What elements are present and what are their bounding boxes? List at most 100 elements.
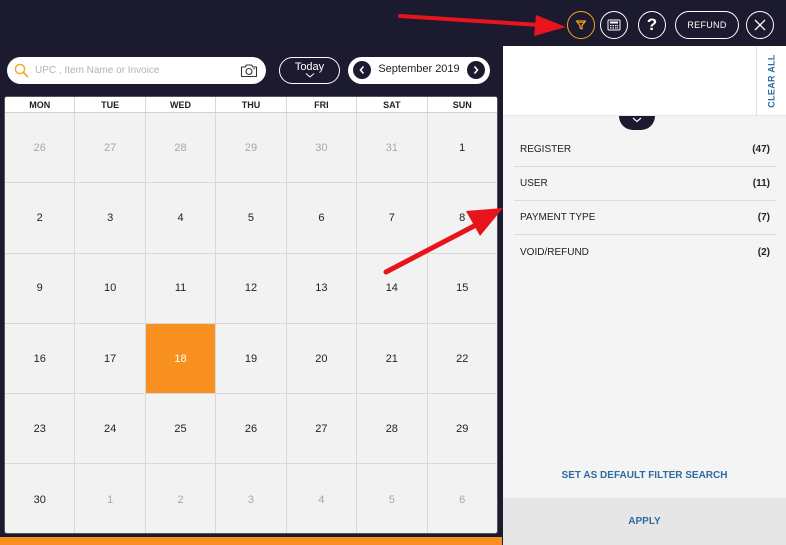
next-month-button[interactable] (467, 61, 485, 79)
camera-icon[interactable] (240, 63, 258, 78)
month-navigator: September 2019 (348, 57, 490, 84)
calculator-button[interactable] (600, 11, 628, 39)
clear-all-label: CLEAR ALL (766, 54, 777, 108)
calendar-day[interactable]: 15 (428, 254, 497, 323)
filter-panel-body: REGISTER (47) USER (11) PAYMENT TYPE (7)… (503, 116, 786, 498)
chevron-down-icon (632, 117, 642, 123)
filter-count: (2) (757, 246, 770, 258)
calendar-day[interactable]: 24 (75, 394, 146, 464)
calendar-day[interactable]: 28 (357, 394, 428, 464)
close-button[interactable] (746, 11, 774, 39)
calendar-day[interactable]: 1 (428, 113, 497, 182)
filter-item-void-refund[interactable]: VOID/REFUND (2) (514, 235, 776, 269)
calendar-day[interactable]: 26 (5, 113, 76, 183)
filter-item-payment-type[interactable]: PAYMENT TYPE (7) (514, 201, 776, 235)
today-button[interactable]: Today (279, 57, 340, 84)
calendar-week-row: 16 17 18 19 20 21 22 (5, 323, 497, 395)
filter-label: REGISTER (520, 144, 572, 155)
calendar-day[interactable]: 11 (146, 253, 217, 323)
calendar-day[interactable]: 27 (75, 113, 146, 183)
chevron-left-icon (359, 65, 365, 75)
calendar-bottom-strip (0, 537, 502, 545)
filter-panel-header: CLEAR ALL (503, 46, 786, 116)
weekday-label: MON (5, 97, 76, 112)
calendar-day[interactable]: 2 (146, 464, 217, 533)
calendar-day[interactable]: 5 (357, 464, 428, 533)
top-toolbar: ? REFUND (0, 0, 786, 46)
search-box (7, 57, 266, 84)
calendar-week-row: 9 10 11 12 13 14 15 (5, 253, 497, 324)
calendar-day[interactable]: 13 (287, 253, 358, 323)
help-icon: ? (646, 15, 658, 34)
calendar-day[interactable]: 7 (357, 183, 428, 253)
weekday-header: MON TUE WED THU FRI SAT SUN (5, 97, 497, 113)
filter-count: (7) (757, 212, 770, 223)
chevron-down-icon (305, 73, 314, 78)
calendar-day[interactable]: 27 (287, 394, 358, 464)
today-label: Today (294, 61, 325, 73)
calendar-day[interactable]: 30 (5, 464, 76, 533)
calendar-day[interactable]: 20 (287, 323, 358, 394)
help-button[interactable]: ? (638, 11, 666, 39)
chevron-right-icon (473, 65, 479, 75)
apply-button[interactable]: APPLY (503, 498, 786, 545)
filter-label: PAYMENT TYPE (520, 212, 596, 223)
calendar-day[interactable]: 29 (216, 113, 287, 183)
calendar-day[interactable]: 4 (146, 183, 217, 253)
funnel-icon (575, 20, 587, 30)
calendar-day[interactable]: 12 (216, 253, 287, 323)
calendar-day[interactable]: 1 (75, 464, 146, 533)
filter-count: (11) (752, 178, 770, 189)
filter-item-register[interactable]: REGISTER (47) (514, 133, 776, 167)
filter-button[interactable] (567, 11, 595, 39)
calendar-day[interactable]: 17 (75, 323, 146, 394)
app-root: ? REFUND Today (0, 0, 786, 545)
weekday-label: FRI (287, 97, 358, 112)
weekday-label: THU (216, 97, 287, 112)
calendar-day[interactable]: 5 (216, 183, 287, 253)
calendar-day[interactable]: 8 (428, 183, 497, 252)
filter-category-list: REGISTER (47) USER (11) PAYMENT TYPE (7)… (514, 133, 776, 269)
calendar-day[interactable]: 6 (428, 464, 497, 533)
filter-item-user[interactable]: USER (11) (514, 167, 776, 201)
weekday-label: SAT (357, 97, 428, 112)
calendar-week-row: 30 1 2 3 4 5 6 (5, 464, 497, 533)
calendar-day[interactable]: 22 (428, 324, 497, 393)
calendar-day[interactable]: 3 (75, 183, 146, 253)
calendar-day[interactable]: 4 (287, 464, 358, 533)
prev-month-button[interactable] (353, 61, 371, 79)
filter-label: VOID/REFUND (520, 246, 589, 258)
calendar-day[interactable]: 26 (216, 394, 287, 464)
calendar-day[interactable]: 29 (428, 394, 497, 463)
clear-all-button[interactable]: CLEAR ALL (756, 46, 786, 116)
filter-label: USER (520, 178, 548, 189)
collapse-toggle[interactable] (619, 116, 655, 130)
filter-panel: CLEAR ALL REGISTER (47) USER (11) PAYMEN… (503, 46, 786, 545)
calendar-day[interactable]: 14 (357, 253, 428, 323)
calendar-day[interactable]: 25 (146, 394, 217, 464)
calendar-day[interactable]: 31 (357, 113, 428, 183)
close-icon (754, 19, 766, 31)
weekday-label: TUE (75, 97, 146, 112)
calendar-day[interactable]: 30 (287, 113, 358, 183)
calendar-day[interactable]: 19 (216, 323, 287, 394)
calendar-day[interactable]: 10 (75, 253, 146, 323)
calendar-day[interactable]: 21 (357, 323, 428, 394)
calendar-week-row: 2345678 (5, 183, 497, 254)
calendar-day[interactable]: 28 (146, 113, 217, 183)
calendar-day[interactable]: 3 (216, 464, 287, 533)
calendar-week-row: 23 24 25 26 27 28 29 (5, 394, 497, 465)
calendar-day[interactable]: 16 (5, 323, 76, 394)
calculator-icon (607, 19, 621, 31)
calendar-day-selected[interactable]: 18 (145, 323, 217, 394)
calendar-day[interactable]: 6 (287, 183, 358, 253)
refund-button[interactable]: REFUND (675, 11, 739, 39)
set-default-filter-link[interactable]: SET AS DEFAULT FILTER SEARCH (503, 470, 786, 481)
search-input[interactable] (35, 61, 235, 80)
filter-count: (47) (752, 144, 770, 155)
month-label: September 2019 (378, 63, 460, 75)
calendar-day[interactable]: 9 (5, 253, 76, 323)
calendar-day[interactable]: 23 (5, 394, 76, 464)
calendar-day[interactable]: 2 (5, 183, 76, 253)
weekday-label: WED (146, 97, 217, 112)
